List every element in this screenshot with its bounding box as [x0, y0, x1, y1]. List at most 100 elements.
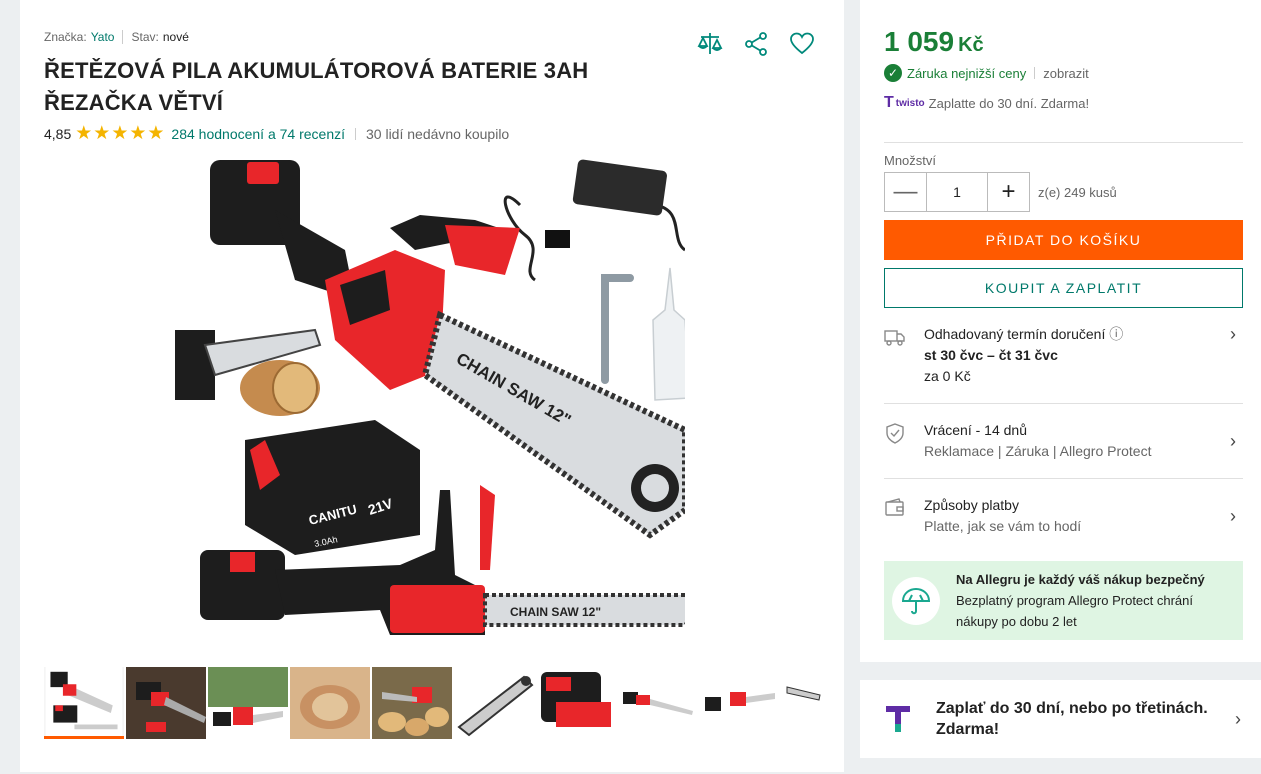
- rating-value: 4,85: [44, 125, 72, 142]
- twisto-row: T twisto Zaplatte do 30 dní. Zdarma!: [884, 94, 1089, 112]
- thumbnail-9[interactable]: [700, 667, 780, 739]
- divider: [122, 30, 124, 44]
- brand-link[interactable]: Yato: [91, 30, 115, 44]
- payment-title: Způsoby platby: [924, 497, 1019, 513]
- allegro-protect-banner: Na Allegru je každý váš nákup bezpečný B…: [884, 561, 1243, 640]
- returns-sub: Reklamace | Záruka | Allegro Protect: [924, 443, 1152, 459]
- thumbnail-3[interactable]: [208, 667, 288, 739]
- rating-stars: ★★★★★: [75, 123, 166, 144]
- chevron-right-icon: ›: [1230, 430, 1236, 451]
- protect-title: Na Allegru je každý váš nákup bezpečný: [956, 572, 1205, 587]
- umbrella-icon: [892, 576, 940, 625]
- stock-count: z(e) 249 kusů: [1038, 185, 1117, 200]
- recent-buyers: 30 lidí nedávno koupilo: [366, 125, 510, 142]
- thumbnail-4[interactable]: [290, 667, 370, 739]
- product-main-image[interactable]: CHAIN SAW 12" CANITU 21V 3.0Ah CHAIN SAW…: [175, 150, 703, 660]
- twisto-text: Zaplatte do 30 dní. Zdarma!: [928, 95, 1090, 111]
- protect-line1: Bezplatný program Allegro Protect chrání: [956, 593, 1194, 608]
- quantity-minus-button[interactable]: —: [885, 173, 926, 211]
- divider: [884, 403, 1243, 404]
- twisto-promo[interactable]: Zaplať do 30 dní, nebo po třetinách. Zda…: [860, 680, 1261, 758]
- protect-line2: nákupy po dobu 2 let: [956, 614, 1077, 629]
- divider: [355, 127, 356, 140]
- returns-info[interactable]: Vrácení - 14 dnů Reklamace | Záruka | Al…: [884, 420, 1243, 462]
- heart-icon[interactable]: [788, 30, 816, 63]
- chevron-right-icon: ›: [1230, 324, 1236, 344]
- compare-icon[interactable]: [696, 30, 724, 63]
- guarantee-text: Záruka nejnižší ceny: [907, 65, 1027, 81]
- twisto-promo-text: Zaplať do 30 dní, nebo po třetinách. Zda…: [936, 698, 1235, 740]
- thumbnail-7[interactable]: [536, 667, 616, 739]
- payment-info[interactable]: Způsoby platby Platte, jak se vám to hod…: [884, 495, 1243, 537]
- oil-bottle: [652, 267, 691, 401]
- rating-row: 4,85 ★★★★★ 284 hodnocení a 74 recenzí 30…: [44, 122, 509, 145]
- thumbnail-strip: [44, 667, 822, 739]
- chevron-right-icon: ›: [1230, 505, 1236, 526]
- returns-title: Vrácení - 14 dnů: [924, 422, 1027, 438]
- product-gallery-panel: Značka: Yato Stav: nové ŘETĚZOVÁ PILA AK…: [20, 0, 844, 772]
- checkmark-badge-icon: ✓: [884, 64, 902, 82]
- product-title-line1: ŘETĚZOVÁ PILA AKUMULÁTOROVÁ BATERIE 3AH: [44, 58, 589, 83]
- reviews-link[interactable]: 284 hodnocení a 74 recenzí: [171, 126, 345, 142]
- add-to-cart-button[interactable]: PŘIDAT DO KOŠÍKU: [884, 220, 1243, 260]
- price: 1 059 Kč: [884, 26, 984, 58]
- guarantee-show-link[interactable]: zobrazit: [1043, 66, 1089, 81]
- thumbnail-6[interactable]: [454, 667, 534, 739]
- shield-icon: [884, 420, 924, 462]
- payment-text: Způsoby platby Platte, jak se vám to hod…: [924, 495, 1223, 537]
- price-currency: Kč: [958, 34, 984, 56]
- twisto-t-icon: T: [884, 94, 894, 111]
- price-guarantee: ✓ Záruka nejnižší ceny zobrazit: [884, 64, 1089, 82]
- buy-now-button[interactable]: KOUPIT A ZAPLATIT: [884, 268, 1243, 308]
- quantity-plus-button[interactable]: +: [988, 173, 1029, 211]
- divider: [1034, 67, 1036, 79]
- returns-text: Vrácení - 14 dnů Reklamace | Záruka | Al…: [924, 420, 1223, 462]
- delivery-dates: st 30 čvc – čt 31 čvc: [924, 347, 1058, 363]
- delivery-title-text: Odhadovaný termín doručení: [924, 326, 1106, 342]
- chain-guard: [445, 225, 520, 275]
- wood-end: [272, 362, 318, 414]
- thumbnail-1[interactable]: [44, 667, 124, 739]
- delivery-text: Odhadovaný termín doručení ⓘ st 30 čvc –…: [924, 324, 1223, 387]
- twisto-promo-line1: Zaplať do 30 dní, nebo po třetinách.: [936, 700, 1208, 717]
- delivery-title: Odhadovaný termín doručení ⓘ: [924, 324, 1223, 345]
- brand-label: Značka:: [44, 30, 87, 44]
- bottom-saw-guard: [480, 485, 495, 570]
- thumbnail-10[interactable]: [782, 667, 822, 739]
- bottom-saw-motor: [390, 585, 485, 633]
- buy-box: 1 059 Kč ✓ Záruka nejnižší ceny zobrazit …: [860, 0, 1261, 662]
- thumbnail-5[interactable]: [372, 667, 452, 739]
- quantity-input[interactable]: 1: [926, 173, 988, 211]
- condition-label: Stav:: [131, 30, 159, 44]
- chevron-right-icon: ›: [1235, 708, 1241, 729]
- protect-text: Na Allegru je každý váš nákup bezpečný B…: [956, 569, 1205, 632]
- product-meta: Značka: Yato Stav: nové: [44, 30, 189, 44]
- thumbnail-2[interactable]: [126, 667, 206, 739]
- plug: [545, 230, 570, 248]
- twisto-logo-icon: [880, 706, 916, 732]
- delivery-info[interactable]: Odhadovaný termín doručení ⓘ st 30 čvc –…: [884, 324, 1243, 387]
- bottom-chainsaw-label: CHAIN SAW 12": [510, 605, 601, 619]
- divider: [884, 142, 1243, 143]
- product-title: ŘETĚZOVÁ PILA AKUMULÁTOROVÁ BATERIE 3AH …: [44, 55, 684, 119]
- quantity-label: Množství: [884, 153, 937, 168]
- bottom-saw-latch: [230, 552, 255, 572]
- thumbnail-8[interactable]: [618, 667, 698, 739]
- share-icon[interactable]: [742, 30, 770, 63]
- condition-value: nové: [162, 30, 189, 44]
- delivery-price: za 0 Kč: [924, 368, 971, 384]
- product-title-line2: ŘEZAČKA VĚTVÍ: [44, 90, 224, 115]
- info-icon[interactable]: ⓘ: [1109, 326, 1123, 342]
- twisto-promo-line2: Zdarma!: [936, 721, 1000, 738]
- small-saw-handle: [175, 330, 215, 400]
- price-value: 1 059: [884, 26, 955, 57]
- divider: [884, 478, 1243, 479]
- twisto-logo: T twisto: [884, 94, 925, 112]
- wallet-icon: [884, 495, 924, 537]
- truck-icon: [884, 324, 924, 387]
- charger: [572, 159, 667, 216]
- sprocket-hub: [641, 474, 669, 502]
- product-actions: [696, 30, 816, 63]
- battery-latch: [247, 162, 279, 184]
- payment-sub: Platte, jak se vám to hodí: [924, 518, 1082, 534]
